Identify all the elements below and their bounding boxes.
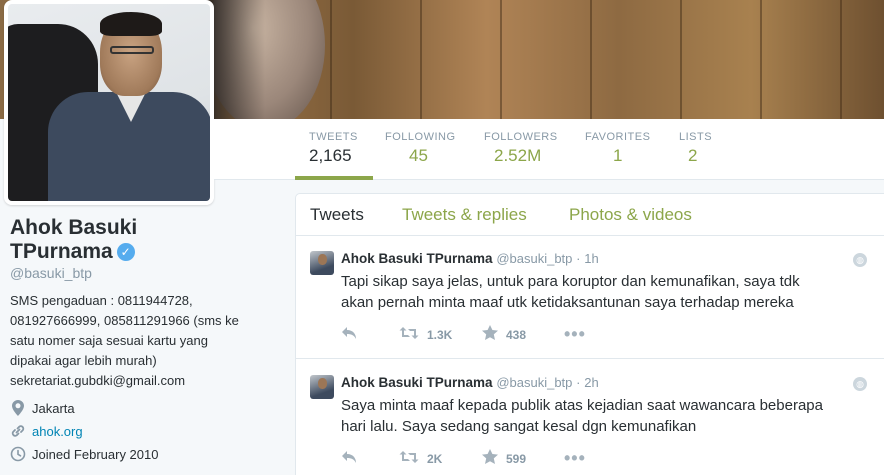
- bio-line: dipakai agar lebih murah): [10, 353, 157, 368]
- nav-followers[interactable]: FOLLOWERS 2.52M: [484, 119, 558, 180]
- stat-label: TWEETS: [309, 131, 358, 143]
- favorite-count[interactable]: 438: [506, 328, 564, 342]
- tweet-author-name[interactable]: Ahok Basuki TPurnama: [341, 375, 493, 390]
- retweet-icon[interactable]: [399, 326, 419, 344]
- tweet-avatar[interactable]: [310, 251, 334, 275]
- tweet-dot: ·: [576, 251, 581, 266]
- tweet-text-line: hari lalu. Saya sedang sangat kesal dgn …: [341, 418, 697, 435]
- bio-line: satu nomer saja sesuai kartu yang: [10, 333, 208, 348]
- tab-tweets[interactable]: Tweets: [310, 205, 364, 225]
- profile-joined: Joined February 2010: [10, 446, 158, 462]
- favorite-star-icon[interactable]: [482, 449, 498, 468]
- stat-label: FOLLOWERS: [484, 131, 558, 143]
- profile-name-line1: Ahok Basuki: [10, 216, 138, 239]
- bio-line: sekretariat.gubdki@gmail.com: [10, 373, 186, 388]
- tweet[interactable]: Ahok Basuki TPurnama @basuki_btp · 1h ◍ …: [296, 236, 884, 358]
- stat-value: 2: [688, 146, 698, 165]
- stat-value: 1: [613, 146, 623, 165]
- profile-name-line2: TPurnama: [10, 240, 113, 263]
- profile-website[interactable]: ahok.org: [10, 423, 83, 439]
- calendar-icon: [10, 446, 26, 462]
- tweet-text-line: Saya minta maaf kepada publik atas kejad…: [341, 397, 823, 414]
- profile-name[interactable]: Ahok Basuki TPurnama ✓: [10, 216, 210, 264]
- profile-nav: TWEETS 2,165 FOLLOWING 45 FOLLOWERS 2.52…: [214, 119, 884, 180]
- stat-label: FAVORITES: [585, 131, 651, 143]
- nav-following[interactable]: FOLLOWING 45: [385, 119, 456, 180]
- nav-favorites[interactable]: FAVORITES 1: [585, 119, 650, 180]
- joined-text: Joined February 2010: [32, 446, 159, 462]
- tweet-actions: 2K 599 •••: [341, 448, 586, 469]
- nav-tweets[interactable]: TWEETS 2,165: [295, 119, 373, 180]
- profile-location: Jakarta: [10, 400, 75, 416]
- tweet-author-name[interactable]: Ahok Basuki TPurnama: [341, 251, 493, 266]
- stat-value: 2.52M: [494, 146, 542, 165]
- location-text: Jakarta: [32, 400, 75, 416]
- tweet-text-line: akan pernah minta maaf utk ketidaksantun…: [341, 294, 794, 311]
- location-pin-icon: [10, 400, 26, 416]
- retweet-icon[interactable]: [399, 450, 419, 468]
- tweet-dot: ·: [576, 375, 581, 390]
- bio-line: SMS pengaduan : 0811944728,: [10, 293, 193, 308]
- tweet[interactable]: Ahok Basuki TPurnama @basuki_btp · 2h ◍ …: [296, 358, 884, 475]
- tab-tweets-replies[interactable]: Tweets & replies: [402, 205, 527, 225]
- tweet-header: Ahok Basuki TPurnama @basuki_btp · 2h: [341, 375, 599, 390]
- profile-handle[interactable]: @basuki_btp: [10, 265, 92, 281]
- tweet-header: Ahok Basuki TPurnama @basuki_btp · 1h: [341, 251, 599, 266]
- globe-icon: ◍: [853, 377, 867, 391]
- verified-badge-icon: ✓: [116, 243, 135, 261]
- globe-icon: ◍: [853, 253, 867, 267]
- more-options-icon[interactable]: •••: [564, 448, 586, 469]
- tweet-text-line: Tapi sikap saya jelas, untuk para korupt…: [341, 273, 800, 290]
- reply-icon[interactable]: [341, 326, 399, 344]
- stat-label: LISTS: [679, 131, 713, 143]
- bio-line: 081927666999, 085811291966 (sms ke: [10, 313, 239, 328]
- tweet-text: Saya minta maaf kepada publik atas kejad…: [341, 395, 851, 437]
- timeline-tabs: Tweets Tweets & replies Photos & videos: [296, 194, 884, 236]
- more-options-icon[interactable]: •••: [564, 324, 586, 345]
- website-link[interactable]: ahok.org: [32, 424, 83, 439]
- favorite-count[interactable]: 599: [506, 452, 564, 466]
- stat-value: 2,165: [309, 146, 352, 165]
- profile-avatar[interactable]: [4, 0, 214, 205]
- tweet-author-handle[interactable]: @basuki_btp: [496, 375, 572, 390]
- timeline: Tweets Tweets & replies Photos & videos …: [295, 193, 884, 475]
- tweet-text: Tapi sikap saya jelas, untuk para korupt…: [341, 271, 851, 313]
- tweet-timestamp[interactable]: 1h: [584, 251, 598, 266]
- favorite-star-icon[interactable]: [482, 325, 498, 344]
- nav-lists[interactable]: LISTS 2: [679, 119, 712, 180]
- link-icon: [10, 423, 26, 439]
- tweet-author-handle[interactable]: @basuki_btp: [496, 251, 572, 266]
- profile-bio: SMS pengaduan : 0811944728, 081927666999…: [10, 291, 280, 391]
- stat-label: FOLLOWING: [385, 131, 456, 143]
- retweet-count[interactable]: 1.3K: [427, 328, 482, 342]
- tweet-avatar[interactable]: [310, 375, 334, 399]
- tweet-timestamp[interactable]: 2h: [584, 375, 598, 390]
- tab-photos-videos[interactable]: Photos & videos: [569, 205, 692, 225]
- retweet-count[interactable]: 2K: [427, 452, 482, 466]
- reply-icon[interactable]: [341, 450, 399, 468]
- tweet-actions: 1.3K 438 •••: [341, 324, 586, 345]
- stat-value: 45: [409, 146, 428, 165]
